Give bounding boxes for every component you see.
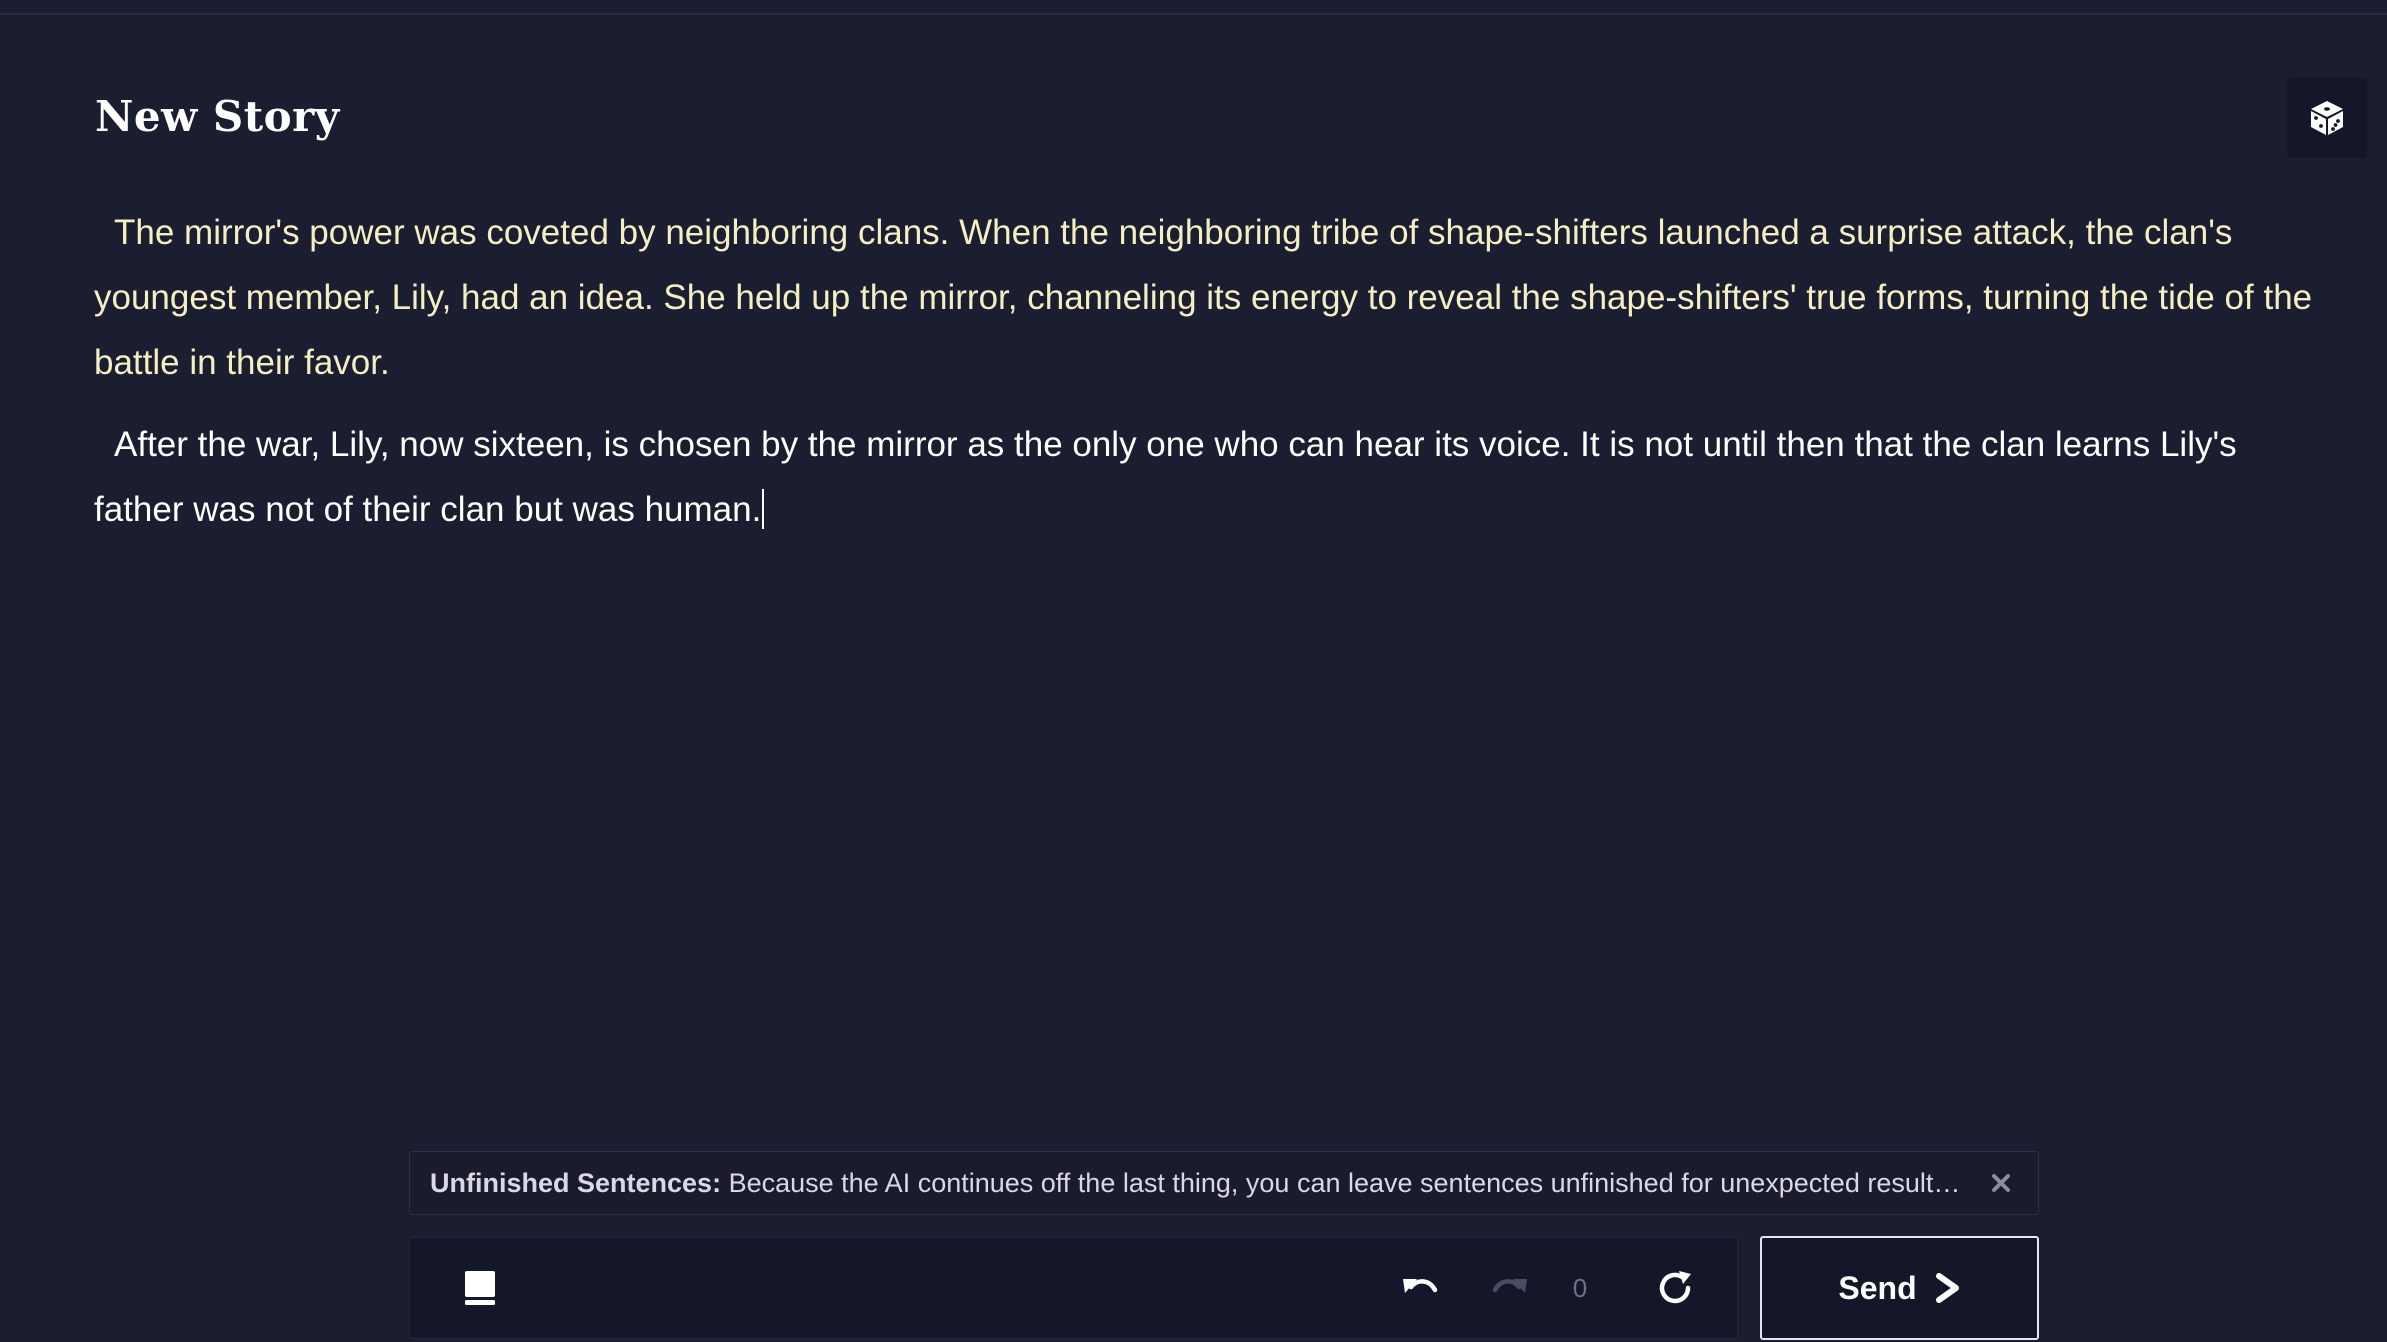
send-label: Send [1838,1269,1917,1306]
close-icon [1992,1174,2010,1192]
story-paragraph-user-text: After the war, Lily, now sixteen, is cho… [94,425,2237,529]
book-icon [465,1271,495,1305]
story-paragraph-ai[interactable]: The mirror's power was coveted by neighb… [94,200,2334,395]
tip-body: Because the AI continues off the last th… [728,1167,1970,1198]
redo-button[interactable] [1480,1238,1540,1338]
story-editor[interactable]: The mirror's power was coveted by neighb… [94,200,2334,559]
top-divider [0,13,2387,15]
undo-button[interactable] [1390,1238,1450,1338]
dice-icon [2311,101,2343,135]
story-page: New Story The mirror's power was coveted… [0,0,2387,1342]
story-menu-button[interactable] [450,1238,510,1338]
retry-button[interactable] [1645,1238,1705,1338]
story-title[interactable]: New Story [95,92,340,141]
action-toolbar: 0 [409,1237,1738,1339]
tip-banner: Unfinished Sentences: Because the AI con… [409,1151,2039,1215]
undo-icon [1403,1279,1438,1293]
tip-text: Unfinished Sentences: Because the AI con… [430,1168,1970,1199]
story-paragraph-user[interactable]: After the war, Lily, now sixteen, is cho… [94,412,2334,542]
text-caret [762,489,765,529]
history-count: 0 [1572,1272,1588,1303]
random-button[interactable] [2287,78,2367,158]
tip-label: Unfinished Sentences: [430,1167,722,1198]
chevron-right-icon [1935,1273,1959,1303]
send-button[interactable]: Send [1760,1236,2039,1340]
retry-icon [1659,1271,1691,1304]
redo-icon [1492,1279,1527,1293]
tip-close-button[interactable] [1984,1166,2018,1200]
